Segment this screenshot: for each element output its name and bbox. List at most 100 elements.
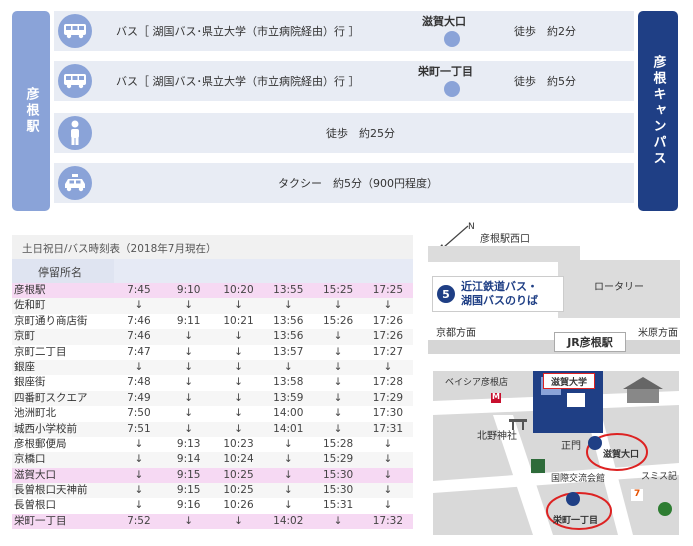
timetable-header: 停留所名 (12, 259, 413, 283)
station-name: JR彦根駅 (567, 336, 613, 349)
time-cell: ↓ (134, 437, 144, 450)
time-cell: ↓ (134, 468, 144, 481)
north-label: N (468, 222, 475, 232)
time-cell: 14:00 (273, 407, 304, 420)
time-cell: 15:28 (322, 437, 354, 450)
time-cell: ↓ (134, 453, 144, 466)
bus-stop-sign: 5 近江鉄道バス・ 湖国バスのりば (432, 276, 564, 312)
hall-label: 国際交流会館 (551, 474, 606, 484)
stop-name-cell: 京町通り商店街 (14, 314, 88, 327)
kyoto-direction: 京都方面 (436, 328, 476, 339)
time-cell: ↓ (234, 330, 243, 343)
time-cell: ↓ (333, 422, 343, 435)
timetable-title: 土日祝日/バス時刻表（2018年7月現在） (12, 235, 413, 259)
time-cell: 17:26 (372, 330, 404, 343)
bus-stop-line1: 近江鉄道バス・ (461, 280, 538, 293)
timetable-row: 京橋口 ↓ 9:14 10:24 ↓ 15:29 ↓ (12, 452, 413, 468)
time-cell: 15:26 (322, 314, 354, 327)
time-cell: 17:29 (372, 391, 404, 404)
time-cell: 10:20 (223, 284, 254, 296)
origin-label: 彦根駅 (23, 87, 39, 135)
time-cell: 15:29 (322, 453, 354, 466)
time-cell: 13:56 (273, 330, 304, 343)
stop-name: 栄町一丁目 (418, 65, 473, 78)
stop-dot (444, 81, 460, 97)
stop-name-cell: 京町 (14, 330, 35, 343)
time-cell: 10:26 (223, 499, 254, 512)
time-cell: 10:21 (223, 314, 254, 327)
time-cell: ↓ (283, 360, 293, 373)
time-cell: ↓ (134, 499, 144, 512)
timetable-body: 彦根駅 7:45 9:10 10:20 13:55 15:25 17:25 佐和町 ↓ ↓ ↓ ↓ ↓ ↓… (12, 283, 413, 530)
time-cell: 7:46 (127, 330, 151, 343)
time-cell: 17:28 (372, 376, 404, 389)
mcdonalds-icon: M (492, 392, 500, 401)
walk-time: 徒歩 約2分 (514, 25, 576, 38)
stop-name-cell: 彦根駅 (14, 284, 46, 296)
time-cell: ↓ (333, 514, 343, 527)
stop-name-cell: 佐和町 (14, 299, 46, 312)
time-cell: 14:01 (273, 422, 304, 435)
bus-icon (58, 14, 92, 48)
route-row-walk: 徒歩 約25分 (54, 113, 634, 153)
origin-tag: 彦根駅 (12, 11, 50, 211)
time-cell: 7:47 (127, 345, 151, 358)
time-cell: 7:52 (127, 514, 151, 527)
sumisu-label: スミス記 (641, 472, 678, 482)
walk-route-text: 徒歩 約25分 (326, 127, 395, 140)
time-cell: ↓ (333, 391, 343, 404)
time-cell: 13:57 (273, 345, 304, 358)
time-cell: ↓ (184, 422, 194, 435)
route-bus-text: バス［ 湖国バス･県立大学（市立病院経由）行 ］ (116, 75, 360, 88)
time-cell: 17:32 (372, 514, 404, 527)
time-cell: 13:55 (273, 284, 304, 296)
time-cell: 9:10 (176, 284, 201, 296)
route-panel: 彦根駅 バス［ 湖国バス･県立大学（市立病院経由）行 ］ 滋賀大口 徒歩 約2分… (12, 11, 682, 211)
stop-name-cell: 滋賀大口 (14, 468, 56, 481)
time-cell: 15:30 (322, 468, 354, 481)
maibara-direction: 米原方面 (638, 328, 678, 339)
stop-name-cell: 京町二丁目 (14, 345, 67, 358)
stop-name: 滋賀大口 (422, 15, 466, 28)
time-cell: ↓ (184, 330, 194, 343)
time-cell: ↓ (134, 360, 144, 373)
timetable-row: 長曽根口天神前 ↓ 9:15 10:25 ↓ 15:30 ↓ (12, 483, 413, 499)
time-cell: ↓ (283, 299, 293, 312)
route-row-bus-2: バス［ 湖国バス･県立大学（市立病院経由）行 ］ 栄町一丁目 徒歩 約5分 (54, 61, 634, 101)
station-map: N 彦根駅西口 ロータリー 5 近江鉄道バス・ 湖国バスのりば 京都方面 米原方… (428, 220, 680, 360)
walk-time: 徒歩 約5分 (514, 75, 576, 88)
route-row-taxi: タクシー 約5分（900円程度） (54, 163, 634, 203)
time-cell: ↓ (184, 376, 194, 389)
time-cell: 9:14 (176, 453, 201, 466)
time-cell: ↓ (383, 437, 393, 450)
west-exit-label: 彦根駅西口 (480, 234, 530, 245)
timetable-row: 長曽根口 ↓ 9:16 10:26 ↓ 15:31 ↓ (12, 498, 413, 514)
timetable-row: 銀座街 7:48 ↓ ↓ 13:58 ↓ 17:28 (12, 375, 413, 391)
time-cell: ↓ (383, 453, 393, 466)
time-cell: 17:27 (372, 345, 404, 358)
time-cell: ↓ (333, 376, 343, 389)
route-row-bus-1: バス［ 湖国バス･県立大学（市立病院経由）行 ］ 滋賀大口 徒歩 約2分 (54, 11, 634, 51)
time-cell: 9:13 (176, 437, 201, 450)
time-cell: 15:30 (322, 484, 354, 497)
time-cell: ↓ (184, 345, 194, 358)
timetable-row: 京町 7:46 ↓ ↓ 13:56 ↓ 17:26 (12, 329, 413, 345)
time-cell: 7:49 (127, 391, 151, 404)
time-cell: ↓ (383, 299, 393, 312)
gate-label: 正門 (561, 441, 581, 452)
rotary-label: ロータリー (594, 282, 644, 293)
time-cell: 10:25 (223, 484, 254, 497)
stop-dot (444, 31, 460, 47)
time-cell: 9:16 (176, 499, 201, 512)
bus-stop-line2: 湖国バスのりば (461, 294, 538, 307)
time-cell: 7:45 (127, 284, 151, 296)
time-cell: ↓ (184, 299, 194, 312)
stop-name-cell: 四番町スクエア (14, 391, 88, 404)
time-cell: 13:58 (273, 376, 304, 389)
timetable-row: 佐和町 ↓ ↓ ↓ ↓ ↓ ↓ (12, 298, 413, 314)
stop-name-cell: 城西小学校前 (14, 422, 77, 435)
header-stop-name: 停留所名 (38, 266, 82, 279)
time-cell: ↓ (184, 407, 194, 420)
timetable-row: 城西小学校前 7:51 ↓ ↓ 14:01 ↓ 17:31 (12, 421, 413, 437)
time-cell: ↓ (184, 360, 194, 373)
